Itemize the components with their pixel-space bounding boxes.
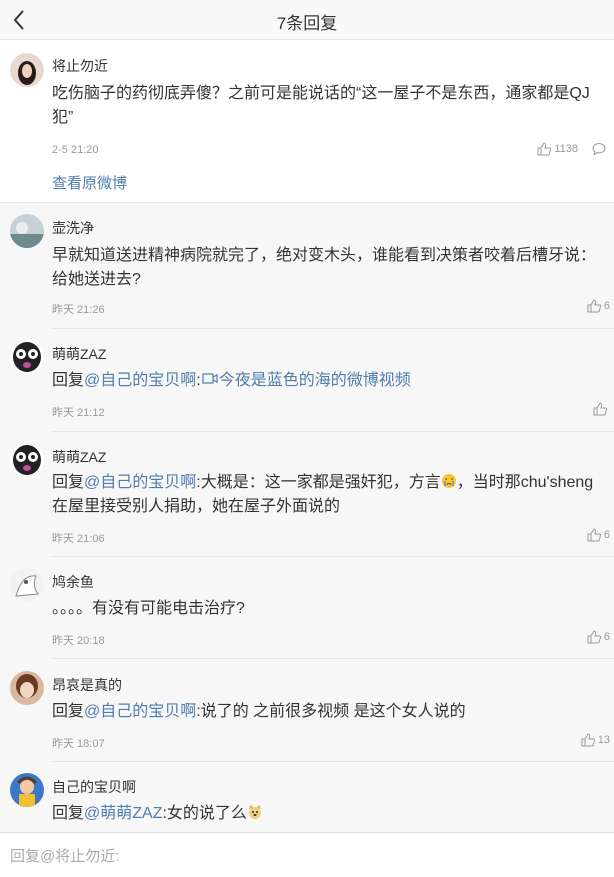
reply-time: 昨天 21:06 — [52, 533, 105, 545]
mention-link[interactable]: @自己的宝贝啊 — [84, 703, 196, 720]
reply-time: 昨天 18:07 — [52, 738, 105, 750]
divider — [52, 431, 614, 432]
mention-link[interactable]: @萌萌ZAZ — [84, 805, 162, 822]
view-original-link[interactable]: 查看原微博 — [52, 172, 127, 193]
like-button[interactable]: 6 — [587, 299, 610, 313]
divider — [52, 761, 614, 762]
video-link[interactable]: 今夜是蓝色的海的微博视频 — [219, 372, 411, 389]
reply-username[interactable]: 昂哀是真的 — [52, 675, 122, 695]
top-bar: 7条回复 — [0, 0, 614, 40]
avatar[interactable] — [10, 671, 44, 705]
reply-text: 回复@自己的宝贝啊:大概是：这一家都是强奸犯，方言 ，当时那chu'sheng在屋… — [52, 474, 594, 515]
thumbs-up-icon — [593, 402, 607, 416]
like-button[interactable]: 1138 — [537, 142, 578, 156]
thumbs-up-icon — [587, 630, 601, 644]
avatar[interactable] — [10, 773, 44, 807]
avatar[interactable] — [10, 568, 44, 602]
thumbs-up-icon — [587, 528, 601, 542]
divider — [52, 328, 614, 329]
reply-time: 昨天 21:12 — [52, 407, 105, 419]
crying-emoji-icon — [441, 474, 456, 488]
like-button[interactable]: 13 — [581, 733, 610, 747]
main-post-text: 吃伤脑子的药彻底弄傻？之前可是能说话的“这一屋子不是东西，通家都是QJ犯” — [52, 85, 590, 126]
divider — [52, 658, 614, 659]
main-post-time: 2-5 21:20 — [52, 144, 99, 156]
like-count: 1138 — [554, 143, 578, 155]
reply-text: 回复@萌萌ZAZ:女的说了么 — [52, 802, 604, 826]
doge-emoji-icon — [248, 804, 261, 819]
thumbs-up-icon — [537, 142, 552, 156]
like-count: 6 — [603, 631, 610, 643]
reply-username[interactable]: 萌萌ZAZ — [52, 344, 106, 364]
page-title: 7条回复 — [276, 14, 338, 33]
reply-username[interactable]: 壶洗净 — [52, 218, 94, 238]
like-button[interactable] — [593, 402, 610, 416]
like-button[interactable]: 6 — [587, 528, 610, 542]
reply-text: 回复@自己的宝贝啊:说了的 之前很多视频 是这个女人说的 — [52, 703, 466, 720]
reply-username[interactable]: 自己的宝贝啊 — [52, 777, 136, 797]
avatar[interactable] — [10, 443, 44, 477]
reply-text: 。。。。有没有可能电击治疗? — [52, 600, 245, 617]
avatar[interactable] — [10, 340, 44, 374]
thumbs-up-icon — [587, 299, 601, 313]
reply-username[interactable]: 萌萌ZAZ — [52, 447, 106, 467]
avatar[interactable] — [10, 214, 44, 248]
like-count: 13 — [597, 734, 610, 746]
reply-time: 昨天 20:18 — [52, 635, 105, 647]
divider — [52, 556, 614, 557]
like-button[interactable]: 6 — [587, 630, 610, 644]
reply-text: 早就知道送进精神病院就完了，绝对变木头，谁能看到决策者咬着后槽牙说：给她送进去? — [52, 247, 597, 288]
video-icon — [202, 373, 218, 384]
like-count: 6 — [603, 300, 610, 312]
like-count: 6 — [603, 529, 610, 541]
avatar[interactable] — [10, 53, 44, 87]
reply-input[interactable] — [8, 841, 610, 871]
reply-username[interactable]: 鸠余鱼 — [52, 572, 94, 592]
comment-icon[interactable] — [592, 142, 606, 156]
reply-time: 昨天 21:26 — [52, 304, 105, 316]
reply-text: 回复@自己的宝贝啊: 今夜是蓝色的海的微博视频 — [52, 372, 411, 389]
divider — [0, 202, 614, 203]
thumbs-up-icon — [581, 733, 595, 747]
mention-link[interactable]: @自己的宝贝啊 — [84, 372, 196, 389]
mention-link[interactable]: @自己的宝贝啊 — [84, 474, 196, 491]
main-post-username[interactable]: 将止勿近 — [52, 56, 108, 76]
reply-bar — [0, 832, 614, 877]
